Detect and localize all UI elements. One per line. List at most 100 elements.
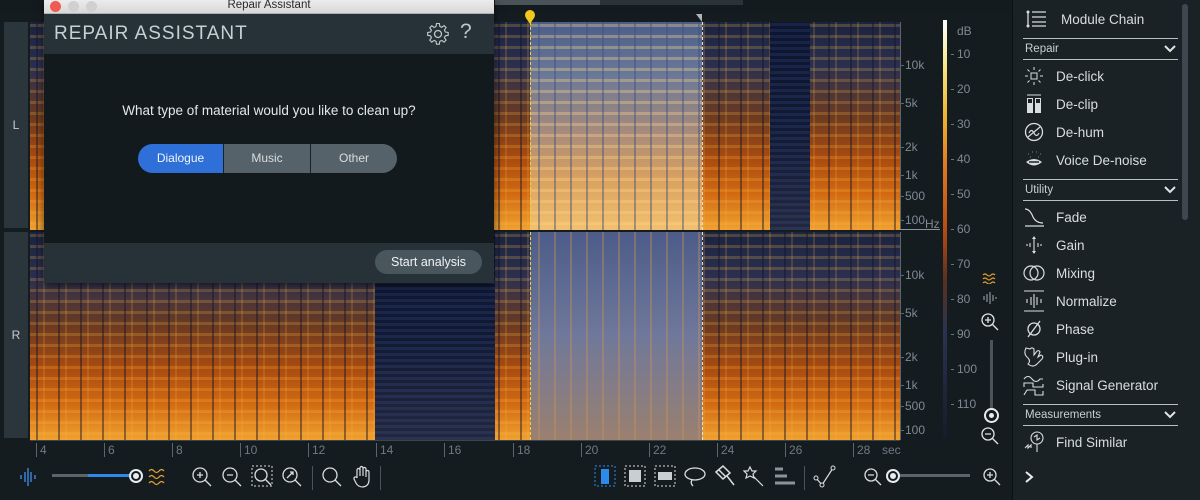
horizontal-zoom-in-icon[interactable] [982,464,1002,490]
db-tick: 40 [950,152,971,166]
section-repair-header[interactable]: Repair [1023,38,1178,60]
module-phase[interactable]: Phase [1023,316,1183,342]
module-label: Gain [1056,237,1085,253]
overview-scrollbar[interactable] [495,0,743,5]
freq-tick: 500 [900,189,926,203]
module-mixing[interactable]: Mixing [1023,260,1183,286]
selection-end-marker-icon[interactable] [696,14,702,22]
time-unit: sec [882,443,901,457]
signal-generator-icon [1023,375,1044,396]
waveform-display-icon[interactable] [18,464,38,490]
zoom-fit-icon[interactable] [281,464,303,490]
db-tick: 50 [950,187,971,201]
start-analysis-button[interactable]: Start analysis [375,250,482,274]
gain-icon [1026,236,1042,254]
time-tick: 16 [444,443,461,457]
module-de-click[interactable]: De-click [1023,63,1183,89]
freq-tick: 2k [901,140,918,154]
module-label: Voice De-noise [1056,152,1147,168]
frequency-selection-icon[interactable] [654,464,676,490]
hand-tool-icon[interactable] [351,464,373,490]
blend-slider-fill[interactable] [88,474,132,477]
gain-envelope-icon[interactable] [813,464,837,490]
time-tick: 20 [581,443,598,457]
module-gain[interactable]: Gain [1023,232,1183,258]
section-utility-header[interactable]: Utility [1023,179,1178,201]
help-icon[interactable]: ? [460,20,472,44]
material-option-dialogue[interactable]: Dialogue [138,144,224,173]
time-tick: 4 [36,443,47,457]
material-option-music[interactable]: Music [224,144,311,173]
material-type-selector: Dialogue Music Other [138,144,397,173]
window-titlebar[interactable]: Repair Assistant [44,0,494,14]
horizontal-zoom-slider[interactable] [896,474,970,477]
module-chain-label: Module Chain [1061,11,1145,27]
module-plug-in[interactable]: Plug-in [1023,344,1183,370]
db-colorbar [943,20,947,438]
expand-panel-chevron-icon[interactable] [1024,470,1034,484]
zoom-in-icon[interactable] [191,464,213,490]
db-tick: 30 [950,117,971,131]
dehum-icon [1024,122,1044,142]
blend-slider-track[interactable] [52,474,88,477]
module-de-clip[interactable]: De-clip [1023,91,1183,117]
vertical-zoom-out-icon[interactable] [980,426,1000,446]
find-similar-icon [1024,431,1044,452]
module-de-hum[interactable]: De-hum [1023,119,1183,145]
time-selection-right[interactable] [530,232,702,440]
module-label: De-clip [1056,96,1099,112]
vertical-zoom-in-icon[interactable] [980,312,1000,332]
vertical-zoom-slider[interactable] [990,340,993,415]
normalize-icon [1024,290,1044,312]
zoom-tool-icon[interactable] [321,464,343,490]
module-label: Mixing [1056,265,1096,281]
time-selection-left[interactable] [530,22,702,230]
channel-divider [900,229,940,230]
overview-scroll-thumb[interactable] [495,0,600,5]
zoom-to-selection-icon[interactable] [251,464,275,490]
freq-tick: 10k [900,58,925,72]
module-normalize[interactable]: Normalize [1023,288,1183,314]
spectrogram-view-icon[interactable] [980,272,1000,284]
toolbar-separator [312,466,313,490]
module-panel: Module Chain Repair De-click De-clip De-… [1012,0,1200,500]
voice-denoise-icon [1026,151,1042,166]
module-voice-de-noise[interactable]: Voice De-noise [1023,147,1183,173]
horizontal-zoom-knob[interactable] [886,469,900,483]
toolbar-separator [804,466,805,490]
section-measurements-header[interactable]: Measurements [1023,404,1178,426]
module-signal-generator[interactable]: Signal Generator [1023,372,1183,398]
blend-slider-knob[interactable] [129,469,143,483]
vertical-zoom-knob[interactable] [984,408,999,423]
channel-left-label[interactable]: L [4,22,28,228]
declip-icon [1027,94,1041,113]
section-label: Repair [1025,43,1059,55]
mixing-icon [1023,265,1045,281]
gear-icon[interactable] [427,23,449,45]
freq-tick: 2k [901,350,918,364]
time-frequency-selection-icon[interactable] [624,464,646,490]
magic-wand-icon[interactable] [743,464,767,490]
selection-end-line[interactable] [702,22,703,440]
module-find-similar[interactable]: Find Similar [1023,429,1183,455]
spectrogram-display-icon[interactable] [147,464,169,490]
module-label: Normalize [1056,293,1117,309]
time-tick: 12 [308,443,325,457]
lasso-tool-icon[interactable] [683,464,707,490]
channel-right-label[interactable]: R [4,232,28,438]
zoom-out-icon[interactable] [221,464,243,490]
harmonic-selection-icon[interactable] [773,464,797,490]
selection-start-line[interactable] [530,22,531,440]
playhead-marker-icon[interactable] [524,10,536,24]
module-label: De-hum [1056,124,1105,140]
module-label: Plug-in [1056,349,1099,365]
brush-tool-icon[interactable] [713,464,737,490]
horizontal-zoom-out-icon[interactable] [863,464,883,490]
waveform-view-icon[interactable] [980,292,1000,304]
time-tick: 8 [172,443,183,457]
module-chain-button[interactable]: Module Chain [1025,6,1144,32]
material-option-other[interactable]: Other [311,144,397,173]
time-selection-tool-icon[interactable] [594,464,616,490]
module-fade[interactable]: Fade [1023,204,1183,230]
repair-assistant-window: Repair Assistant REPAIR ASSISTANT ? What… [44,0,494,283]
